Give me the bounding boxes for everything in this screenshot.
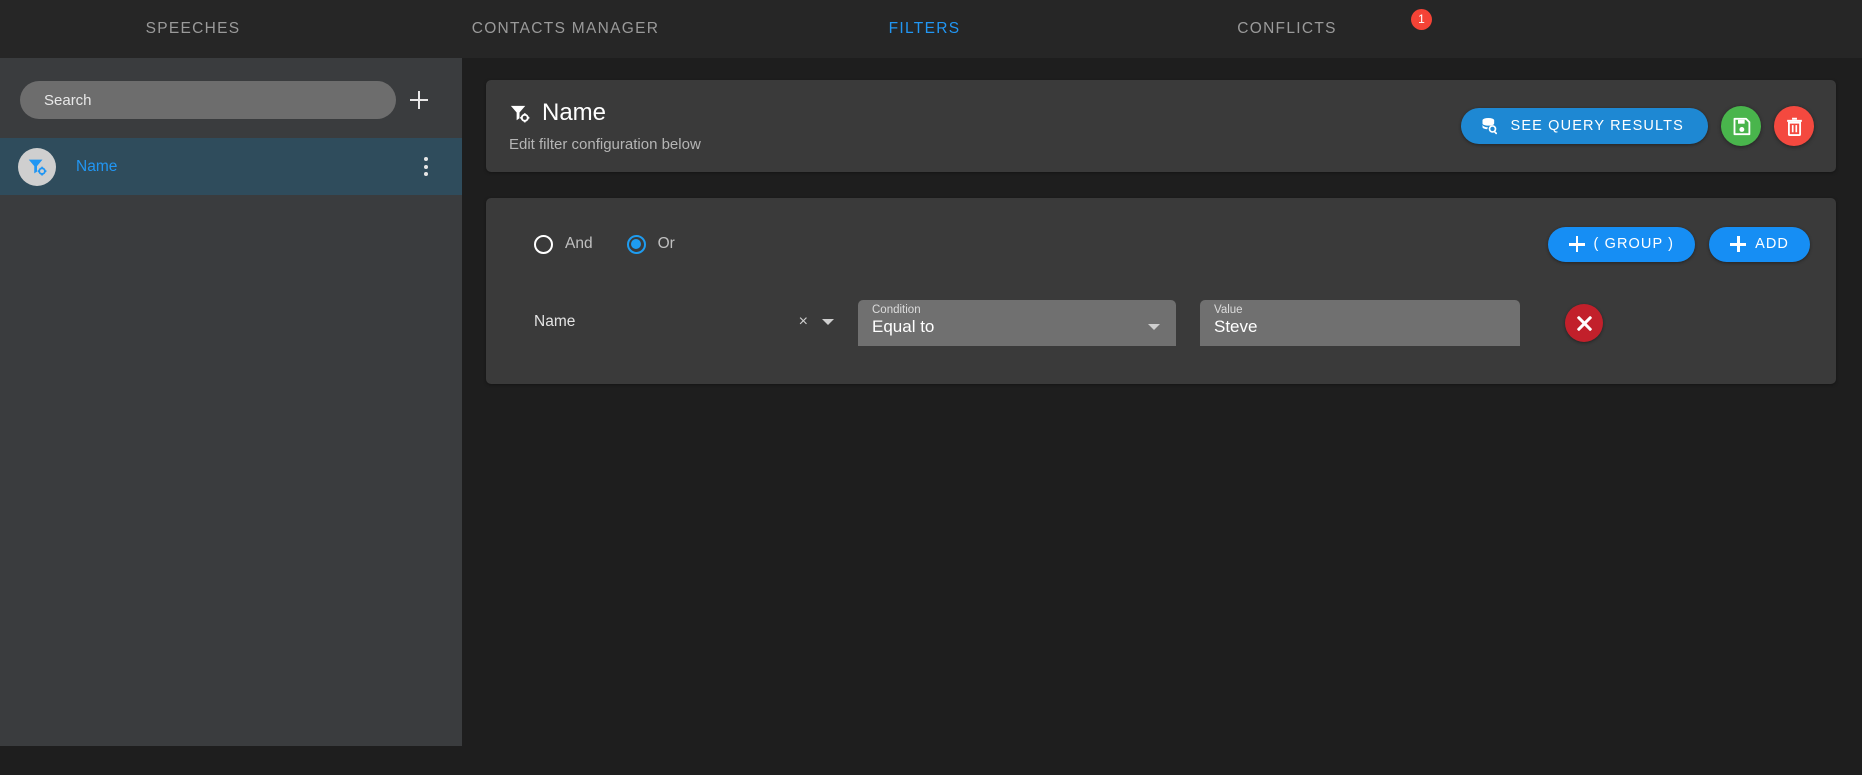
filters-sidebar: Name <box>0 58 462 746</box>
condition-row: Name × Condition Equal to Value <box>512 300 1810 346</box>
tab-contacts-manager-label: CONTACTS MANAGER <box>471 20 660 37</box>
save-filter-button[interactable] <box>1721 106 1761 146</box>
kebab-menu-icon[interactable] <box>408 148 444 186</box>
sidebar-toolbar <box>0 58 462 138</box>
radio-or[interactable]: Or <box>626 234 675 254</box>
add-rule-button[interactable]: ADD <box>1709 226 1810 262</box>
filter-list: Name <box>0 138 462 195</box>
close-x-icon <box>1576 315 1593 332</box>
rules-toolbar: And Or ( GROUP ) ADD <box>512 224 1810 264</box>
field-select-value: Name <box>534 313 576 330</box>
field-select[interactable]: Name × <box>534 300 834 344</box>
value-field-label: Value <box>1214 304 1243 316</box>
tab-filters[interactable]: FILTERS <box>745 0 1104 58</box>
nav-tab-list: SPEECHES CONTACTS MANAGER FILTERS CONFLI… <box>0 0 1862 58</box>
trash-icon <box>1786 117 1802 136</box>
tab-conflicts[interactable]: CONFLICTS 1 <box>1104 0 1470 58</box>
search-input[interactable] <box>20 81 396 119</box>
sidebar-item-name[interactable]: Name <box>0 138 462 195</box>
filter-settings-icon <box>28 159 47 176</box>
header-actions: SEE QUERY RESULTS <box>1460 106 1814 146</box>
save-floppy-icon <box>1733 117 1750 135</box>
plus-icon <box>1730 236 1747 252</box>
add-rule-label: ADD <box>1755 236 1789 252</box>
see-query-results-button[interactable]: SEE QUERY RESULTS <box>1460 108 1708 144</box>
avatar <box>18 147 56 186</box>
radio-and-label: And <box>565 235 593 252</box>
top-navigation-bar: SPEECHES CONTACTS MANAGER FILTERS CONFLI… <box>0 0 1862 58</box>
add-group-button[interactable]: ( GROUP ) <box>1547 226 1696 262</box>
plus-icon <box>410 91 428 109</box>
plus-icon <box>1568 236 1585 252</box>
radio-or-circle[interactable] <box>626 234 646 254</box>
chevron-down-icon[interactable] <box>1148 324 1160 330</box>
tab-speeches-label: SPEECHES <box>145 20 241 37</box>
radio-and-circle[interactable] <box>534 234 553 254</box>
see-query-results-label: SEE QUERY RESULTS <box>1510 118 1684 134</box>
filter-header-text: Name Edit filter configuration below <box>508 99 701 153</box>
remove-condition-button[interactable] <box>1565 304 1603 342</box>
page-title-row: Name <box>508 99 701 127</box>
add-group-label: ( GROUP ) <box>1593 236 1675 252</box>
clear-x-icon[interactable]: × <box>799 314 808 330</box>
value-input[interactable] <box>1214 317 1506 346</box>
page-title: Name <box>542 99 607 126</box>
conflicts-badge: 1 <box>1411 9 1432 30</box>
radio-and[interactable]: And <box>534 234 593 254</box>
operator-radio-group: And Or <box>534 234 675 254</box>
radio-or-label: Or <box>657 235 675 252</box>
rule-add-buttons: ( GROUP ) ADD <box>1547 226 1810 262</box>
filter-rules-card: And Or ( GROUP ) ADD Name × Condition Eq… <box>486 198 1836 384</box>
tab-filters-label: FILTERS <box>888 20 961 37</box>
tab-conflicts-label: CONFLICTS <box>1237 20 1337 37</box>
tab-contacts-manager[interactable]: CONTACTS MANAGER <box>386 0 745 58</box>
value-field-wrapper[interactable]: Value <box>1200 300 1520 346</box>
chevron-down-icon[interactable] <box>822 319 834 325</box>
tab-speeches[interactable]: SPEECHES <box>0 0 386 58</box>
condition-select-value: Equal to <box>872 317 935 336</box>
page-body: Name <box>0 58 1862 775</box>
add-filter-button[interactable] <box>396 80 442 120</box>
condition-select-label: Condition <box>872 304 921 316</box>
filter-header-card: Name Edit filter configuration below SEE… <box>486 80 1836 172</box>
condition-select[interactable]: Condition Equal to <box>858 300 1176 346</box>
filter-settings-icon <box>510 105 530 122</box>
main-content: Name Edit filter configuration below SEE… <box>462 58 1862 384</box>
delete-filter-button[interactable] <box>1774 106 1814 146</box>
database-search-icon <box>1482 118 1497 135</box>
sidebar-item-label: Name <box>76 157 118 175</box>
page-subtitle: Edit filter configuration below <box>509 136 701 153</box>
